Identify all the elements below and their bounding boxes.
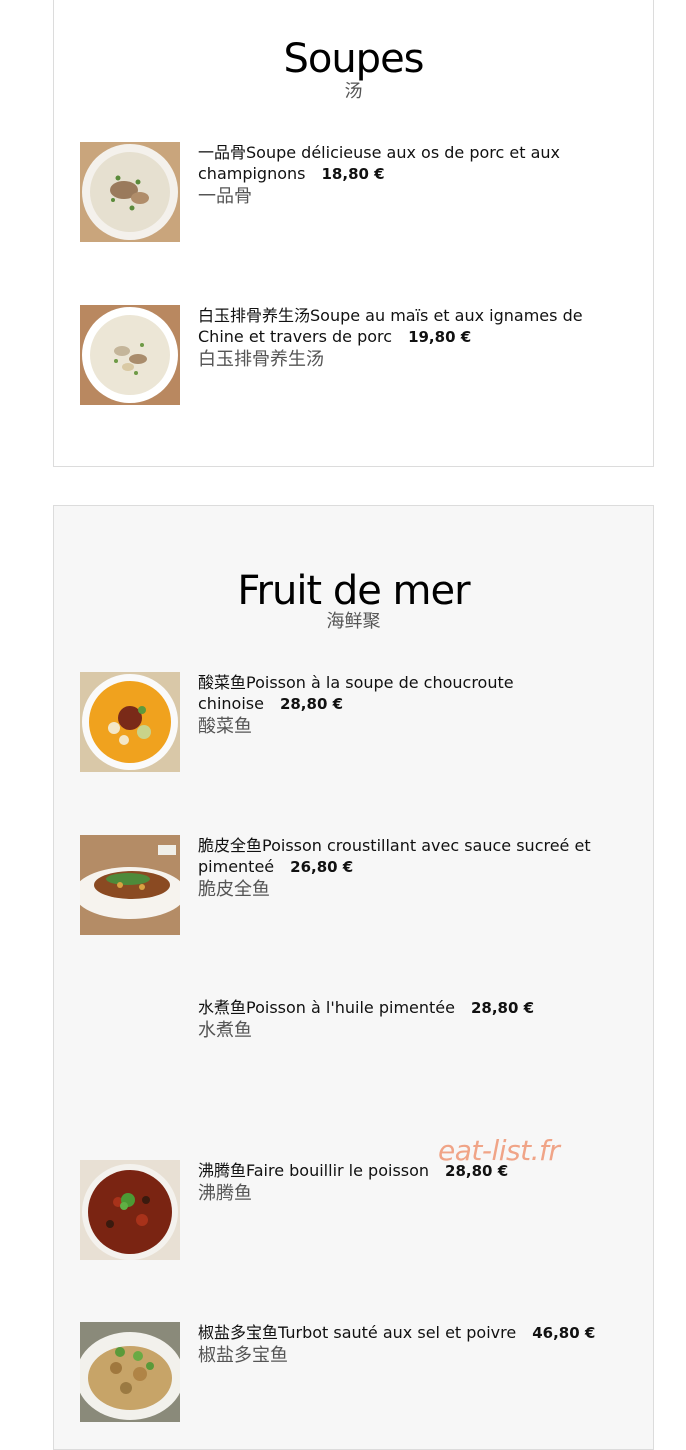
dish-name: 脆皮全鱼Poisson croustillant avec sauce sucr… bbox=[198, 836, 591, 876]
section-title: Soupes bbox=[283, 36, 424, 82]
section-subtitle: 海鲜聚 bbox=[326, 611, 381, 632]
watermark: eat-list.fr bbox=[438, 1134, 560, 1167]
dish-name: 椒盐多宝鱼Turbot sauté aux sel et poivre bbox=[198, 1323, 517, 1342]
menu-item[interactable]: 酸菜鱼Poisson à la soupe de choucroute chin… bbox=[80, 672, 640, 774]
dish-chinese-name: 一品骨 bbox=[198, 186, 252, 207]
menu-item[interactable]: 一品骨Soupe délicieuse aux os de porc et au… bbox=[80, 142, 640, 244]
menu-item[interactable]: 白玉排骨养生汤Soupe au maïs et aux ignames de C… bbox=[80, 305, 640, 407]
dish-photo[interactable] bbox=[80, 305, 180, 405]
dish-photo[interactable] bbox=[80, 835, 180, 935]
fruit-de-mer-section: Fruit de mer 海鲜聚 酸菜鱼Poisson à la soupe d… bbox=[53, 505, 654, 1450]
dish-price: 26,80 € bbox=[290, 858, 354, 876]
menu-item[interactable]: 椒盐多宝鱼Turbot sauté aux sel et poivre 46,80… bbox=[80, 1322, 640, 1424]
dish-chinese-name: 脆皮全鱼 bbox=[198, 879, 270, 900]
dish-price: 28,80 € bbox=[470, 999, 535, 1017]
dish-price: 18,80 € bbox=[321, 165, 385, 183]
dish-price: 46,80 € bbox=[532, 1324, 596, 1342]
dish-chinese-name: 酸菜鱼 bbox=[198, 716, 252, 737]
section-subtitle: 汤 bbox=[344, 81, 363, 102]
dish-name: 水煮鱼Poisson à l'huile pimentée bbox=[198, 998, 455, 1017]
dish-chinese-name: 白玉排骨养生汤 bbox=[198, 349, 324, 370]
dish-name: 白玉排骨养生汤Soupe au maïs et aux ignames de C… bbox=[198, 306, 583, 346]
dish-photo[interactable] bbox=[80, 1160, 180, 1260]
dish-photo[interactable] bbox=[80, 672, 180, 772]
dish-price: 19,80 € bbox=[408, 328, 472, 346]
menu-item[interactable]: 脆皮全鱼Poisson croustillant avec sauce sucr… bbox=[80, 835, 640, 937]
dish-chinese-name: 椒盐多宝鱼 bbox=[198, 1345, 288, 1366]
dish-name: 沸腾鱼Faire bouillir le poisson bbox=[198, 1161, 430, 1180]
dish-photo[interactable] bbox=[80, 142, 180, 242]
dish-name: 酸菜鱼Poisson à la soupe de choucroute chin… bbox=[198, 673, 514, 713]
menu-item[interactable]: 沸腾鱼Faire bouillir le poisson 28,80 € 沸腾鱼 bbox=[80, 1160, 640, 1262]
section-title: Fruit de mer bbox=[237, 568, 470, 614]
dish-photo[interactable] bbox=[80, 1322, 180, 1422]
menu-item[interactable]: 水煮鱼Poisson à l'huile pimentée 28,80 € 水煮鱼 bbox=[80, 997, 640, 1099]
dish-price: 28,80 € bbox=[279, 695, 344, 713]
dish-chinese-name: 沸腾鱼 bbox=[198, 1183, 252, 1204]
dish-chinese-name: 水煮鱼 bbox=[198, 1020, 252, 1041]
soupes-section: Soupes 汤 一品骨Soupe délicieuse aux os de p… bbox=[53, 0, 654, 467]
